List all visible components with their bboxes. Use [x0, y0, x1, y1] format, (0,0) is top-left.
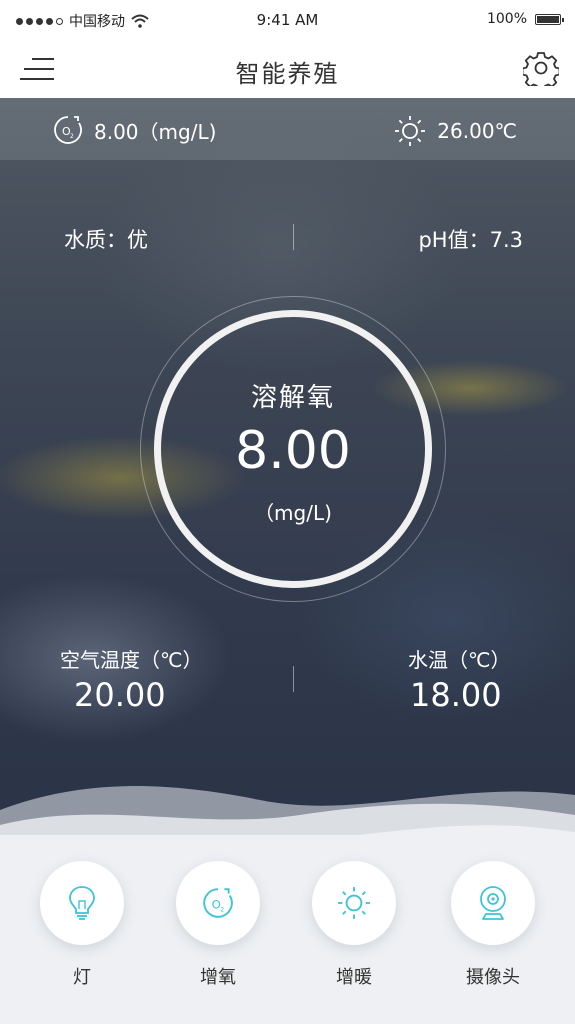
control-panel: 灯 O 2 增氧 增暖 摄像头: [0, 835, 575, 1024]
dissolved-oxygen-gauge: 溶解氧 8.00 （mg/L): [154, 310, 432, 588]
camera-icon: [480, 886, 506, 920]
nav-bar: 智能养殖: [0, 40, 575, 99]
control-label: 摄像头: [466, 967, 520, 988]
control-label: 增暖: [336, 967, 372, 988]
page-title: 智能养殖: [235, 60, 340, 88]
ph-value: pH值：7.3: [418, 228, 523, 252]
aquarium-panel: O 2 8.00（mg/L) 26.00℃ 水质：优 pH值：7.3 溶解氧 8…: [0, 98, 575, 838]
gear-icon: [521, 52, 561, 91]
water-temp-value: 18.00: [410, 676, 502, 714]
o2-icon: O 2: [203, 888, 233, 918]
settings-button[interactable]: [521, 50, 561, 91]
temperature-summary: 26.00℃: [393, 114, 517, 148]
control-label: 增氧: [200, 967, 236, 988]
battery-percent: 100%: [486, 11, 527, 27]
gauge-label: 溶解氧: [250, 383, 335, 413]
status-bar: 中国移动 9:41 AM 100%: [0, 0, 575, 40]
light-button[interactable]: [40, 861, 124, 945]
temperature-summary-value: 26.00℃: [437, 119, 517, 143]
o2-summary: O 2 8.00（mg/L): [52, 114, 216, 146]
o2-icon: O 2: [54, 116, 82, 144]
sun-icon: [338, 887, 370, 919]
air-temp-value: 20.00: [74, 676, 166, 714]
battery-icon: [535, 13, 564, 25]
o2-summary-value: 8.00（mg/L): [94, 119, 217, 144]
control-label: 灯: [73, 967, 91, 988]
water-quality: 水质：优: [64, 228, 148, 252]
svg-text:2: 2: [70, 133, 74, 140]
sun-icon: [395, 116, 426, 146]
divider: [293, 224, 294, 250]
gauge-unit: （mg/L): [254, 501, 332, 525]
camera-control[interactable]: 摄像头: [451, 861, 535, 989]
light-control[interactable]: 灯: [40, 861, 124, 989]
air-temp-label: 空气温度（℃）: [60, 648, 203, 672]
water-temp-label: 水温（℃）: [408, 648, 511, 672]
heating-button[interactable]: [312, 861, 396, 945]
heating-control[interactable]: 增暖: [312, 861, 396, 989]
oxygen-button[interactable]: O 2: [176, 861, 260, 945]
divider: [293, 666, 294, 692]
bulb-icon: [69, 886, 95, 920]
oxygen-control[interactable]: O 2 增氧: [176, 861, 260, 989]
gauge-value: 8.00: [235, 421, 351, 481]
svg-text:2: 2: [220, 906, 224, 914]
camera-button[interactable]: [451, 861, 535, 945]
